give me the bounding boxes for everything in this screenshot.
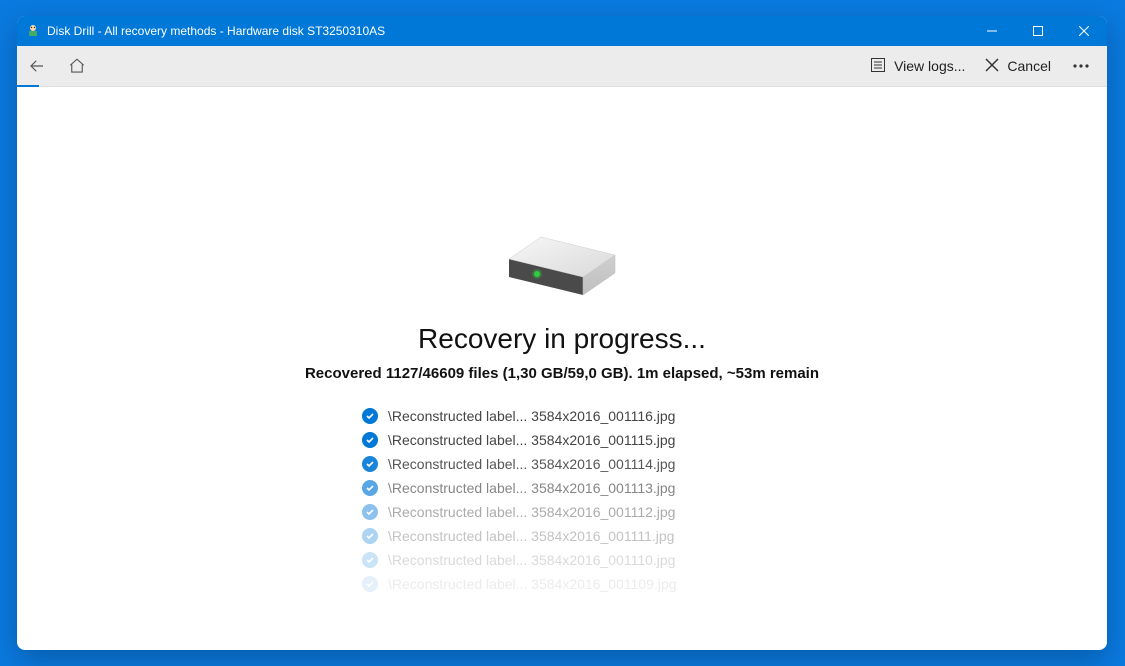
check-icon [362,432,378,448]
cancel-button[interactable]: Cancel [975,46,1061,86]
close-icon [985,58,999,75]
back-button[interactable] [17,46,57,86]
file-path: \Reconstructed label... 3584x2016_001112… [388,504,675,520]
file-path: \Reconstructed label... 3584x2016_001114… [388,456,675,472]
check-icon [362,576,378,592]
drive-icon [487,197,637,307]
window-title: Disk Drill - All recovery methods - Hard… [47,24,969,38]
check-icon [362,480,378,496]
list-item: \Reconstructed label... 3584x2016_001113… [362,476,762,500]
cancel-label: Cancel [1007,58,1051,74]
list-item: \Reconstructed label... 3584x2016_001110… [362,548,762,572]
file-path: \Reconstructed label... 3584x2016_001109… [388,576,677,592]
file-path: \Reconstructed label... 3584x2016_001110… [388,552,675,568]
list-item: \Reconstructed label... 3584x2016_001111… [362,524,762,548]
check-icon [362,408,378,424]
check-icon [362,552,378,568]
close-button[interactable] [1061,16,1107,46]
toolbar: View logs... Cancel [17,46,1107,87]
main-content: Recovery in progress... Recovered 1127/4… [17,87,1107,650]
file-path: \Reconstructed label... 3584x2016_001111… [388,528,674,544]
app-icon [25,23,41,39]
list-item: \Reconstructed label... 3584x2016_001116… [362,404,762,428]
title-bar: Disk Drill - All recovery methods - Hard… [17,16,1107,46]
list-item: \Reconstructed label... 3584x2016_001109… [362,572,762,596]
file-path: \Reconstructed label... 3584x2016_001115… [388,432,675,448]
more-button[interactable] [1061,46,1101,86]
app-window: Disk Drill - All recovery methods - Hard… [17,16,1107,650]
recovery-status: Recovered 1127/46609 files (1,30 GB/59,0… [305,365,819,382]
check-icon [362,528,378,544]
file-path: \Reconstructed label... 3584x2016_001113… [388,480,675,496]
file-path: \Reconstructed label... 3584x2016_001116… [388,408,675,424]
view-logs-button[interactable]: View logs... [860,46,975,86]
home-button[interactable] [57,46,97,86]
check-icon [362,504,378,520]
minimize-button[interactable] [969,16,1015,46]
recovered-files-list: \Reconstructed label... 3584x2016_001116… [362,404,762,596]
maximize-button[interactable] [1015,16,1061,46]
list-item: \Reconstructed label... 3584x2016_001112… [362,500,762,524]
recovery-headline: Recovery in progress... [418,323,706,355]
logs-icon [870,57,886,76]
view-logs-label: View logs... [894,58,965,74]
list-item: \Reconstructed label... 3584x2016_001114… [362,452,762,476]
check-icon [362,456,378,472]
list-item: \Reconstructed label... 3584x2016_001115… [362,428,762,452]
